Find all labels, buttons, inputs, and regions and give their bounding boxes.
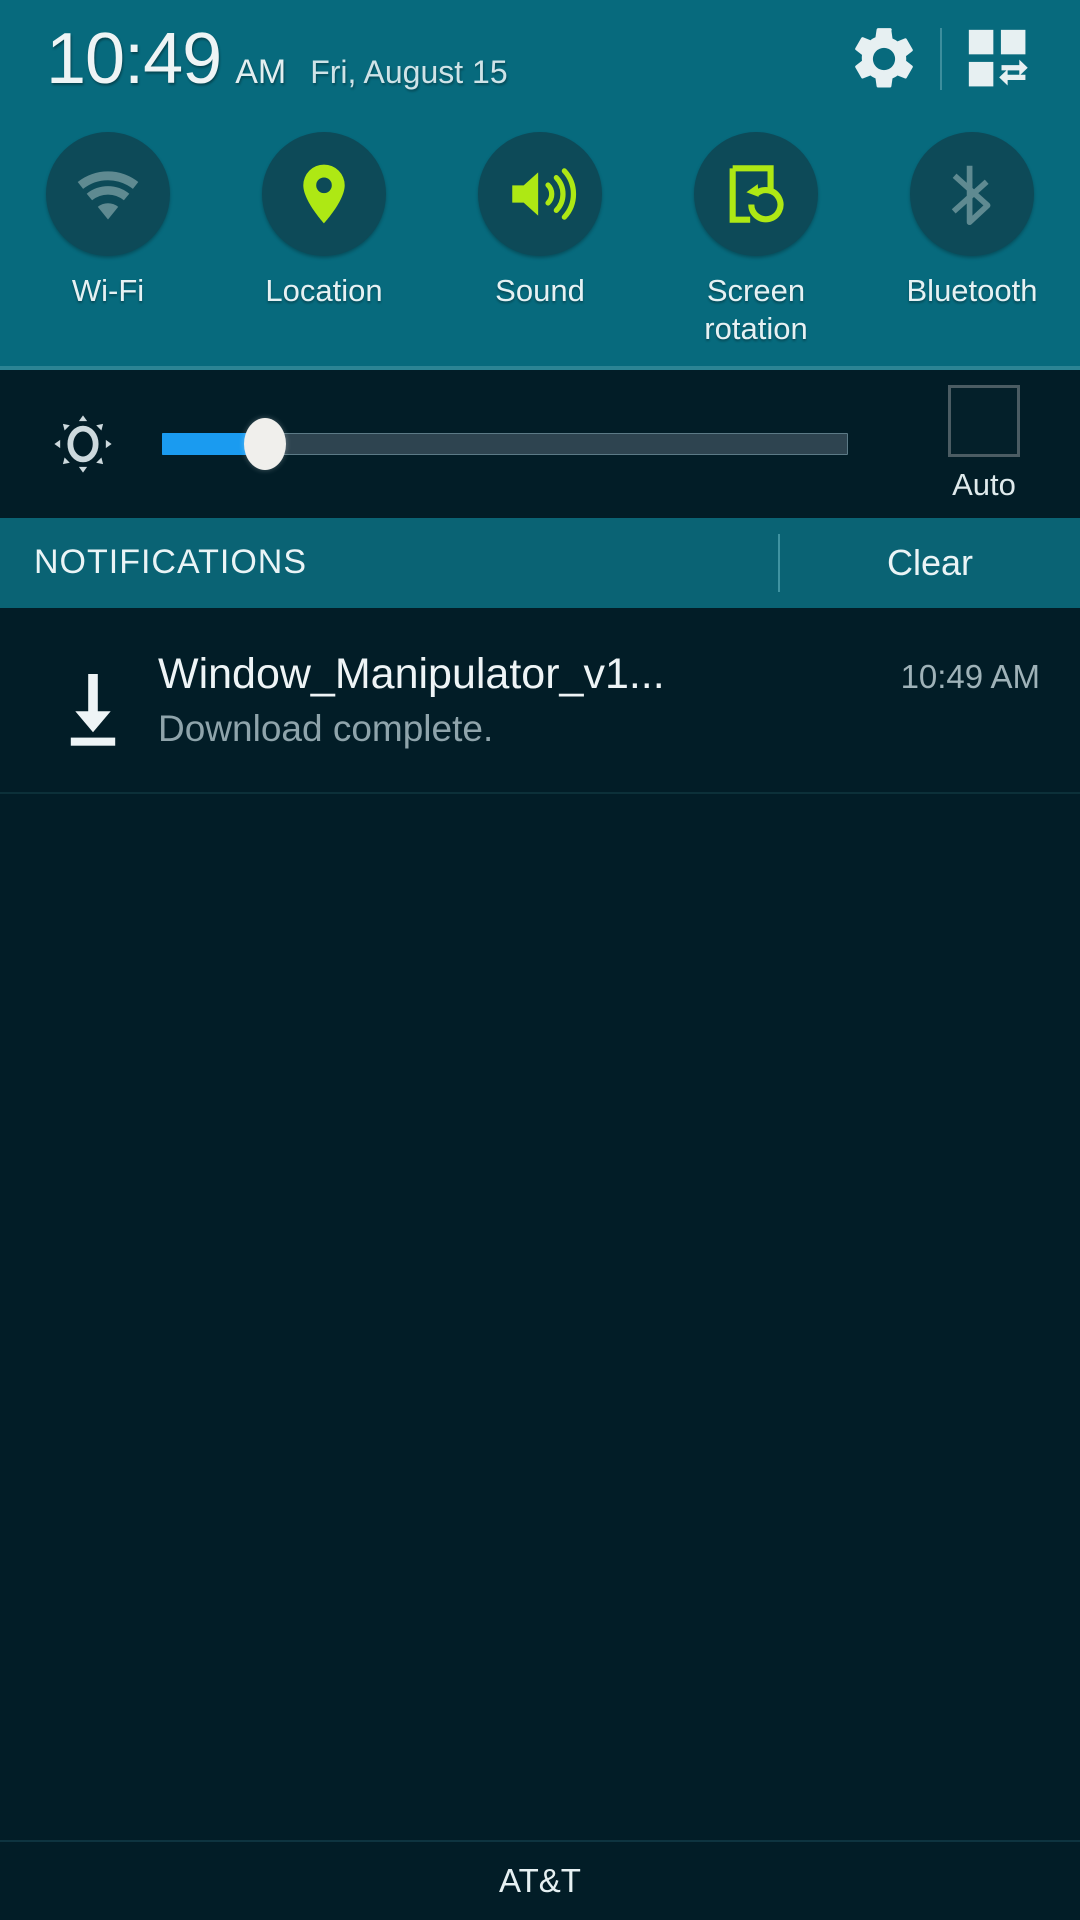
status-actions [838,13,1044,105]
notifications-list: Window_Manipulator_v1... 10:49 AM Downlo… [0,607,1080,1840]
notification-icon-wrap [28,650,158,752]
status-bar: 10:49 AM Fri, August 15 [0,0,1080,118]
notification-item-download[interactable]: Window_Manipulator_v1... 10:49 AM Downlo… [0,608,1080,794]
screen-rotation-icon [729,165,784,223]
toggle-sound-circle [478,132,602,256]
status-divider [940,28,942,90]
toggle-wifi[interactable]: Wi-Fi [0,132,216,310]
auto-brightness-label: Auto [952,466,1016,502]
clock-group: 10:49 AM Fri, August 15 [46,23,508,95]
toggle-location-label: Location [265,273,383,308]
quick-settings-panel: 10:49 AM Fri, August 15 Wi-Fi Location S… [0,0,1080,370]
gear-icon [855,28,913,88]
quick-settings-grid-button[interactable] [952,13,1044,105]
download-complete-icon [70,673,116,746]
notifications-header-label: NOTIFICATIONS [34,543,308,582]
sound-speaker-icon [512,168,577,220]
clock-ampm: AM [235,53,287,91]
clock-date: Fri, August 15 [310,54,508,90]
toggle-screen-rotation-circle [694,132,818,256]
brightness-row: Auto [0,369,1080,518]
toggle-sound-label: Sound [495,273,585,308]
toggle-location[interactable]: Location [216,132,432,310]
bluetooth-icon [951,165,991,226]
quick-settings-grid-icon [968,29,1028,87]
settings-button[interactable] [838,13,930,105]
notification-shade: 10:49 AM Fri, August 15 Wi-Fi Location S… [0,0,1080,1920]
brightness-gear-icon [54,415,112,473]
toggle-bluetooth-circle [910,132,1034,256]
toggle-bluetooth-label: Bluetooth [906,273,1038,308]
carrier-bar: AT&T [0,1840,1080,1920]
location-pin-icon [303,164,345,224]
brightness-slider[interactable] [162,414,848,474]
wifi-icon [77,171,139,220]
toggle-location-circle [262,132,386,256]
carrier-label: AT&T [499,1862,581,1899]
notification-subtitle: Download complete. [158,707,494,749]
quick-toggles-row: Wi-Fi Location Sound Screen rotation Blu… [0,118,1080,370]
toggle-sound[interactable]: Sound [432,132,648,310]
toggle-screen-rotation-label: Screen rotation [704,273,808,346]
notification-time: 10:49 AM [900,657,1040,695]
brightness-icon-wrap [48,409,118,479]
toggle-wifi-label: Wi-Fi [71,273,145,308]
notification-title: Window_Manipulator_v1... [158,649,665,698]
toggle-screen-rotation[interactable]: Screen rotation [648,132,864,348]
clear-notifications-button[interactable]: Clear [780,542,1080,584]
auto-brightness-toggle[interactable]: Auto [904,384,1064,503]
notification-title-row: Window_Manipulator_v1... 10:49 AM [158,650,1040,698]
brightness-slider-thumb[interactable] [243,417,286,470]
clock-time: 10:49 [46,19,222,99]
toggle-wifi-circle [46,132,170,256]
auto-brightness-checkbox[interactable] [948,384,1020,457]
notification-body: Window_Manipulator_v1... 10:49 AM Downlo… [158,650,1052,750]
notifications-header: NOTIFICATIONS Clear [0,517,1080,608]
toggle-bluetooth[interactable]: Bluetooth [864,132,1080,310]
